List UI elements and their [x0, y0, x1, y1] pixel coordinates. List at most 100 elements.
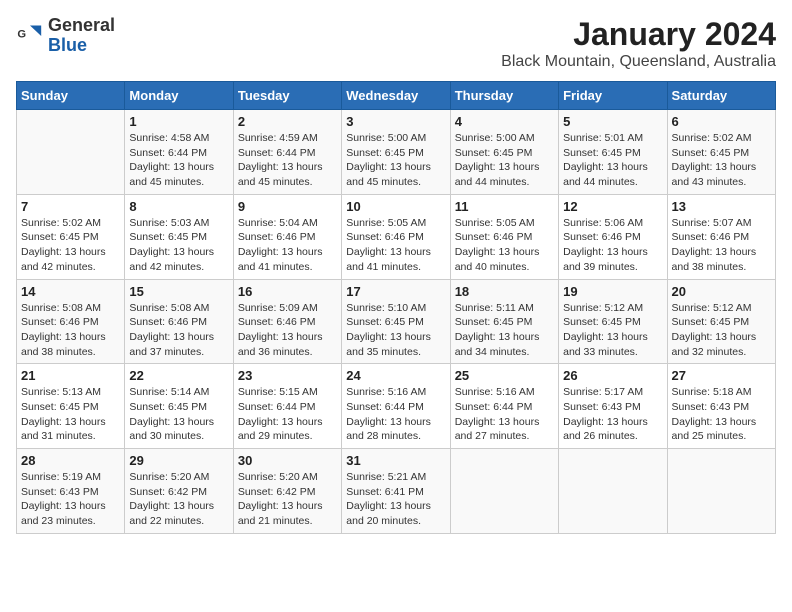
- calendar-cell: 28Sunrise: 5:19 AM Sunset: 6:43 PM Dayli…: [17, 449, 125, 534]
- day-number: 25: [455, 368, 554, 383]
- day-info: Sunrise: 5:04 AM Sunset: 6:46 PM Dayligh…: [238, 216, 337, 275]
- day-number: 3: [346, 114, 445, 129]
- calendar-cell: 18 Sunrise: 5:11 AM Sunset: 6:45 PM Dayli…: [450, 279, 558, 364]
- calendar-cell: 13 Sunrise: 5:07 AM Sunset: 6:46 PM Dayli…: [667, 194, 775, 279]
- day-info: Sunrise: 4:59 AM Sunset: 6:44 PM Dayligh…: [238, 131, 337, 190]
- calendar-cell: [17, 110, 125, 195]
- day-info: Sunrise: 5:06 AM Sunset: 6:46 PM Dayligh…: [563, 216, 662, 275]
- calendar-cell: 30Sunrise: 5:20 AM Sunset: 6:42 PM Dayli…: [233, 449, 341, 534]
- day-info: Sunrise: 5:21 AM Sunset: 6:41 PM Dayligh…: [346, 470, 445, 529]
- day-info: Sunrise: 5:07 AM Sunset: 6:46 PM Dayligh…: [672, 216, 771, 275]
- title-area: January 2024 Black Mountain, Queensland,…: [501, 16, 776, 71]
- day-number: 31: [346, 453, 445, 468]
- logo: G General Blue: [16, 16, 115, 56]
- day-info: Sunrise: 5:09 AM Sunset: 6:46 PM Dayligh…: [238, 301, 337, 360]
- day-number: 10: [346, 199, 445, 214]
- calendar-cell: 11 Sunrise: 5:05 AM Sunset: 6:46 PM Dayli…: [450, 194, 558, 279]
- day-number: 1: [129, 114, 228, 129]
- day-info: Sunrise: 5:19 AM Sunset: 6:43 PM Dayligh…: [21, 470, 120, 529]
- calendar-week-row: 21 Sunrise: 5:13 AM Sunset: 6:45 PM Dayli…: [17, 364, 776, 449]
- day-info: Sunrise: 5:01 AM Sunset: 6:45 PM Dayligh…: [563, 131, 662, 190]
- logo-general: General: [48, 16, 115, 36]
- day-number: 2: [238, 114, 337, 129]
- day-number: 29: [129, 453, 228, 468]
- calendar-cell: 27 Sunrise: 5:18 AM Sunset: 6:43 PM Dayli…: [667, 364, 775, 449]
- logo-text: General Blue: [48, 16, 115, 56]
- day-info: Sunrise: 5:03 AM Sunset: 6:45 PM Dayligh…: [129, 216, 228, 275]
- calendar-cell: 26 Sunrise: 5:17 AM Sunset: 6:43 PM Dayli…: [559, 364, 667, 449]
- day-info: Sunrise: 5:17 AM Sunset: 6:43 PM Dayligh…: [563, 385, 662, 444]
- day-info: Sunrise: 5:15 AM Sunset: 6:44 PM Dayligh…: [238, 385, 337, 444]
- day-number: 8: [129, 199, 228, 214]
- day-info: Sunrise: 5:14 AM Sunset: 6:45 PM Dayligh…: [129, 385, 228, 444]
- calendar-cell: 3 Sunrise: 5:00 AM Sunset: 6:45 PM Daylig…: [342, 110, 450, 195]
- calendar-week-row: 28Sunrise: 5:19 AM Sunset: 6:43 PM Dayli…: [17, 449, 776, 534]
- weekday-header-sunday: Sunday: [17, 82, 125, 110]
- day-info: Sunrise: 5:08 AM Sunset: 6:46 PM Dayligh…: [129, 301, 228, 360]
- calendar-cell: 22 Sunrise: 5:14 AM Sunset: 6:45 PM Dayli…: [125, 364, 233, 449]
- weekday-header-tuesday: Tuesday: [233, 82, 341, 110]
- day-number: 14: [21, 284, 120, 299]
- location: Black Mountain, Queensland, Australia: [501, 53, 776, 71]
- calendar-week-row: 1 Sunrise: 4:58 AM Sunset: 6:44 PM Daylig…: [17, 110, 776, 195]
- calendar-week-row: 7 Sunrise: 5:02 AM Sunset: 6:45 PM Daylig…: [17, 194, 776, 279]
- day-info: Sunrise: 5:05 AM Sunset: 6:46 PM Dayligh…: [346, 216, 445, 275]
- day-info: Sunrise: 5:18 AM Sunset: 6:43 PM Dayligh…: [672, 385, 771, 444]
- calendar-cell: 5Sunrise: 5:01 AM Sunset: 6:45 PM Daylig…: [559, 110, 667, 195]
- day-info: Sunrise: 5:13 AM Sunset: 6:45 PM Dayligh…: [21, 385, 120, 444]
- calendar-cell: [450, 449, 558, 534]
- calendar-cell: 29 Sunrise: 5:20 AM Sunset: 6:42 PM Dayli…: [125, 449, 233, 534]
- calendar-cell: 17 Sunrise: 5:10 AM Sunset: 6:45 PM Dayli…: [342, 279, 450, 364]
- day-info: Sunrise: 5:05 AM Sunset: 6:46 PM Dayligh…: [455, 216, 554, 275]
- logo-blue: Blue: [48, 36, 115, 56]
- calendar-cell: 10 Sunrise: 5:05 AM Sunset: 6:46 PM Dayli…: [342, 194, 450, 279]
- day-number: 16: [238, 284, 337, 299]
- calendar-cell: 2 Sunrise: 4:59 AM Sunset: 6:44 PM Daylig…: [233, 110, 341, 195]
- day-info: Sunrise: 5:00 AM Sunset: 6:45 PM Dayligh…: [455, 131, 554, 190]
- day-number: 22: [129, 368, 228, 383]
- month-title: January 2024: [501, 16, 776, 53]
- day-info: Sunrise: 5:20 AM Sunset: 6:42 PM Dayligh…: [129, 470, 228, 529]
- calendar-cell: 20 Sunrise: 5:12 AM Sunset: 6:45 PM Dayli…: [667, 279, 775, 364]
- day-number: 11: [455, 199, 554, 214]
- calendar-cell: 1 Sunrise: 4:58 AM Sunset: 6:44 PM Daylig…: [125, 110, 233, 195]
- day-info: Sunrise: 5:12 AM Sunset: 6:45 PM Dayligh…: [563, 301, 662, 360]
- day-number: 20: [672, 284, 771, 299]
- day-info: Sunrise: 5:02 AM Sunset: 6:45 PM Dayligh…: [672, 131, 771, 190]
- day-info: Sunrise: 5:10 AM Sunset: 6:45 PM Dayligh…: [346, 301, 445, 360]
- calendar-week-row: 14 Sunrise: 5:08 AM Sunset: 6:46 PM Dayli…: [17, 279, 776, 364]
- calendar-cell: 16 Sunrise: 5:09 AM Sunset: 6:46 PM Dayli…: [233, 279, 341, 364]
- day-number: 27: [672, 368, 771, 383]
- calendar-cell: 21 Sunrise: 5:13 AM Sunset: 6:45 PM Dayli…: [17, 364, 125, 449]
- calendar-cell: 6 Sunrise: 5:02 AM Sunset: 6:45 PM Daylig…: [667, 110, 775, 195]
- day-number: 26: [563, 368, 662, 383]
- day-number: 12: [563, 199, 662, 214]
- weekday-header-wednesday: Wednesday: [342, 82, 450, 110]
- calendar-cell: 23 Sunrise: 5:15 AM Sunset: 6:44 PM Dayli…: [233, 364, 341, 449]
- day-info: Sunrise: 5:11 AM Sunset: 6:45 PM Dayligh…: [455, 301, 554, 360]
- day-number: 9: [238, 199, 337, 214]
- day-info: Sunrise: 5:02 AM Sunset: 6:45 PM Dayligh…: [21, 216, 120, 275]
- calendar-cell: 12 Sunrise: 5:06 AM Sunset: 6:46 PM Dayli…: [559, 194, 667, 279]
- logo-icon: G: [16, 22, 44, 50]
- day-info: Sunrise: 5:00 AM Sunset: 6:45 PM Dayligh…: [346, 131, 445, 190]
- day-number: 24: [346, 368, 445, 383]
- day-number: 4: [455, 114, 554, 129]
- day-number: 21: [21, 368, 120, 383]
- day-number: 6: [672, 114, 771, 129]
- day-number: 19: [563, 284, 662, 299]
- day-info: Sunrise: 4:58 AM Sunset: 6:44 PM Dayligh…: [129, 131, 228, 190]
- day-info: Sunrise: 5:12 AM Sunset: 6:45 PM Dayligh…: [672, 301, 771, 360]
- day-number: 13: [672, 199, 771, 214]
- day-info: Sunrise: 5:08 AM Sunset: 6:46 PM Dayligh…: [21, 301, 120, 360]
- weekday-header-saturday: Saturday: [667, 82, 775, 110]
- calendar-cell: [667, 449, 775, 534]
- calendar-cell: 8 Sunrise: 5:03 AM Sunset: 6:45 PM Daylig…: [125, 194, 233, 279]
- day-number: 18: [455, 284, 554, 299]
- day-number: 7: [21, 199, 120, 214]
- calendar-cell: 9 Sunrise: 5:04 AM Sunset: 6:46 PM Daylig…: [233, 194, 341, 279]
- day-number: 17: [346, 284, 445, 299]
- calendar-cell: 31 Sunrise: 5:21 AM Sunset: 6:41 PM Dayli…: [342, 449, 450, 534]
- day-number: 30: [238, 453, 337, 468]
- day-number: 23: [238, 368, 337, 383]
